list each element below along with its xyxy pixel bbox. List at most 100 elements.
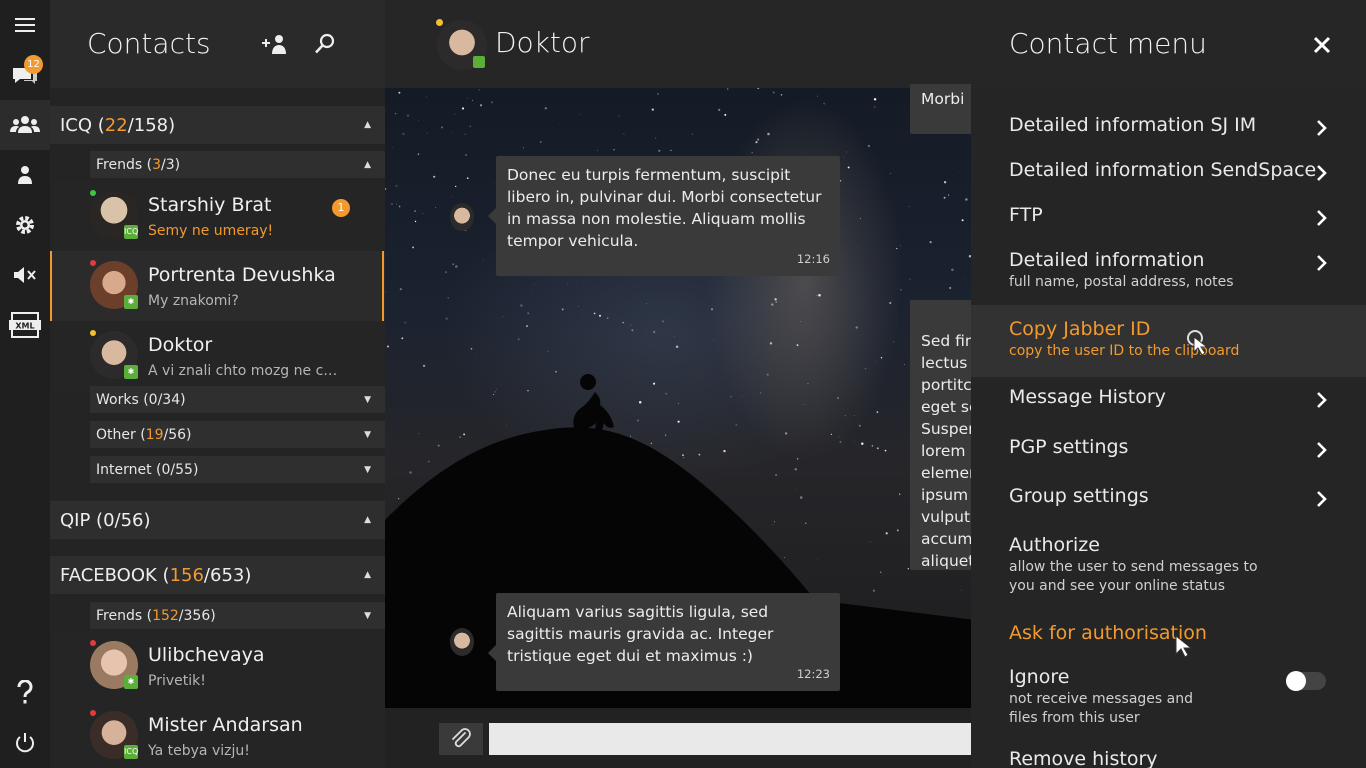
contact-item[interactable]: ICQ Mister Andarsan Ya tebya vizju! [50, 701, 385, 768]
group-label: QIP (0/56) [60, 509, 151, 531]
star [433, 175, 436, 178]
star [817, 95, 818, 97]
message-text: Sed fin lectus portitc eget se Suspen lo… [921, 332, 975, 570]
contact-item[interactable]: ICQ Starshiy Brat Semy ne umeray! 1 [50, 181, 385, 251]
subgroup-frends-facebook[interactable]: Frends (152/356) ▼ [90, 602, 385, 629]
contacts-title: Contacts [87, 27, 211, 60]
star [404, 321, 407, 324]
star [527, 312, 530, 315]
star [816, 294, 818, 296]
power-icon [16, 733, 34, 753]
chats-button[interactable]: 12 [0, 50, 50, 100]
menu-item-label: Group settings [1009, 485, 1149, 507]
star [855, 326, 858, 329]
subgroup-frends[interactable]: Frends (3/3) ▲ [90, 151, 385, 178]
star [522, 147, 525, 149]
star [757, 138, 760, 141]
group-facebook[interactable]: FACEBOOK (156/653) ▲ [50, 556, 385, 594]
contact-item[interactable]: ✱ Doktor A vi znali chto mozg ne ch... [50, 321, 385, 391]
star [414, 220, 417, 223]
contact-name: Doktor [148, 334, 213, 356]
star [658, 149, 661, 152]
subgroup-other[interactable]: Other (19/56) ▼ [90, 421, 385, 448]
settings-button[interactable] [0, 200, 50, 250]
star [385, 291, 386, 293]
message-time: 12:23 [796, 667, 830, 681]
star [846, 151, 848, 153]
star [818, 293, 821, 297]
xml-icon: XML [9, 312, 41, 338]
menu-item-detailed-info-sjim[interactable]: Detailed information SJ IM [971, 114, 1366, 136]
star [755, 141, 758, 144]
star [520, 304, 523, 307]
xml-button[interactable]: XML [0, 300, 50, 350]
contact-item[interactable]: ✱ Ulibchevaya Privetik! [50, 631, 385, 701]
contact-item[interactable]: ✱ Portrenta Devushka My znakomi? [50, 251, 385, 321]
star [435, 207, 436, 209]
star [718, 108, 721, 112]
mute-icon [14, 267, 36, 283]
chat-header: Doktor [385, 0, 975, 88]
star [880, 356, 883, 359]
contacts-button[interactable] [0, 100, 50, 150]
star [726, 88, 729, 90]
close-icon[interactable] [1312, 35, 1332, 55]
menu-item-group-settings[interactable]: Group settings [971, 485, 1366, 507]
group-qip[interactable]: QIP (0/56) ▲ [50, 501, 385, 539]
help-icon [17, 680, 33, 704]
outgoing-message: Sed fin lectus portitc eget se Suspen lo… [910, 300, 975, 570]
search-icon[interactable] [314, 33, 336, 55]
star [900, 245, 902, 247]
menu-item-copy-jabber-id[interactable]: Copy Jabber ID copy the user ID to the c… [971, 305, 1366, 377]
star [531, 289, 532, 291]
star [796, 344, 799, 346]
star [418, 120, 420, 121]
user-icon [18, 166, 32, 184]
star [517, 338, 520, 341]
sound-button[interactable] [0, 250, 50, 300]
contacts-panel: Contacts ICQ (22/158) ▲ Frends (3/3) ▲ I… [50, 0, 385, 768]
star [392, 146, 394, 148]
star [823, 102, 826, 105]
toggle-knob [1286, 671, 1306, 691]
add-contact-icon[interactable] [261, 33, 289, 55]
menu-item-message-history[interactable]: Message History [971, 386, 1366, 408]
menu-item-description: full name, postal address, notes [1009, 274, 1234, 290]
unread-badge: 1 [332, 199, 350, 217]
menu-item-authorize[interactable]: Authorize allow the user to send message… [971, 534, 1261, 596]
star [394, 112, 397, 115]
star [451, 196, 452, 198]
star [710, 308, 714, 311]
star [873, 98, 877, 101]
subgroup-works[interactable]: Works (0/34) ▼ [90, 386, 385, 413]
profile-button[interactable] [0, 150, 50, 200]
power-button[interactable] [0, 718, 50, 768]
sidebar-rail: 12 XML [0, 0, 50, 768]
star [859, 218, 861, 220]
star [958, 196, 959, 198]
star [479, 104, 483, 107]
settings-icon [16, 216, 34, 234]
menu-item-detailed-info-sendspace[interactable]: Detailed information SendSpace [971, 159, 1366, 181]
menu-item-ftp[interactable]: FTP [971, 204, 1366, 226]
ignore-toggle[interactable] [1286, 671, 1326, 691]
subgroup-label: Other (19/56) [96, 426, 192, 443]
help-button[interactable] [0, 668, 50, 718]
message-input[interactable] [489, 723, 975, 755]
menu-item-detailed-info[interactable]: Detailed information full name, postal a… [971, 249, 1366, 292]
menu-button[interactable] [0, 0, 50, 50]
menu-item-remove-history[interactable]: Remove history [971, 748, 1366, 768]
menu-item-ignore[interactable]: Ignore not receive messages and files fr… [971, 666, 1221, 728]
message-text: Donec eu turpis fermentum, suscipit libe… [507, 166, 822, 250]
star [398, 205, 401, 208]
menu-item-ask-authorisation[interactable]: Ask for authorisation [971, 622, 1366, 644]
star [655, 137, 657, 139]
subgroup-internet[interactable]: Internet (0/55) ▼ [90, 456, 385, 483]
status-dot [90, 640, 96, 646]
menu-item-pgp-settings[interactable]: PGP settings [971, 436, 1366, 458]
menu-item-label: Detailed information SendSpace [1009, 159, 1317, 181]
expand-icon: ▼ [364, 610, 371, 621]
group-icq[interactable]: ICQ (22/158) ▲ [50, 106, 385, 144]
star [630, 324, 632, 326]
attach-button[interactable] [439, 723, 483, 755]
